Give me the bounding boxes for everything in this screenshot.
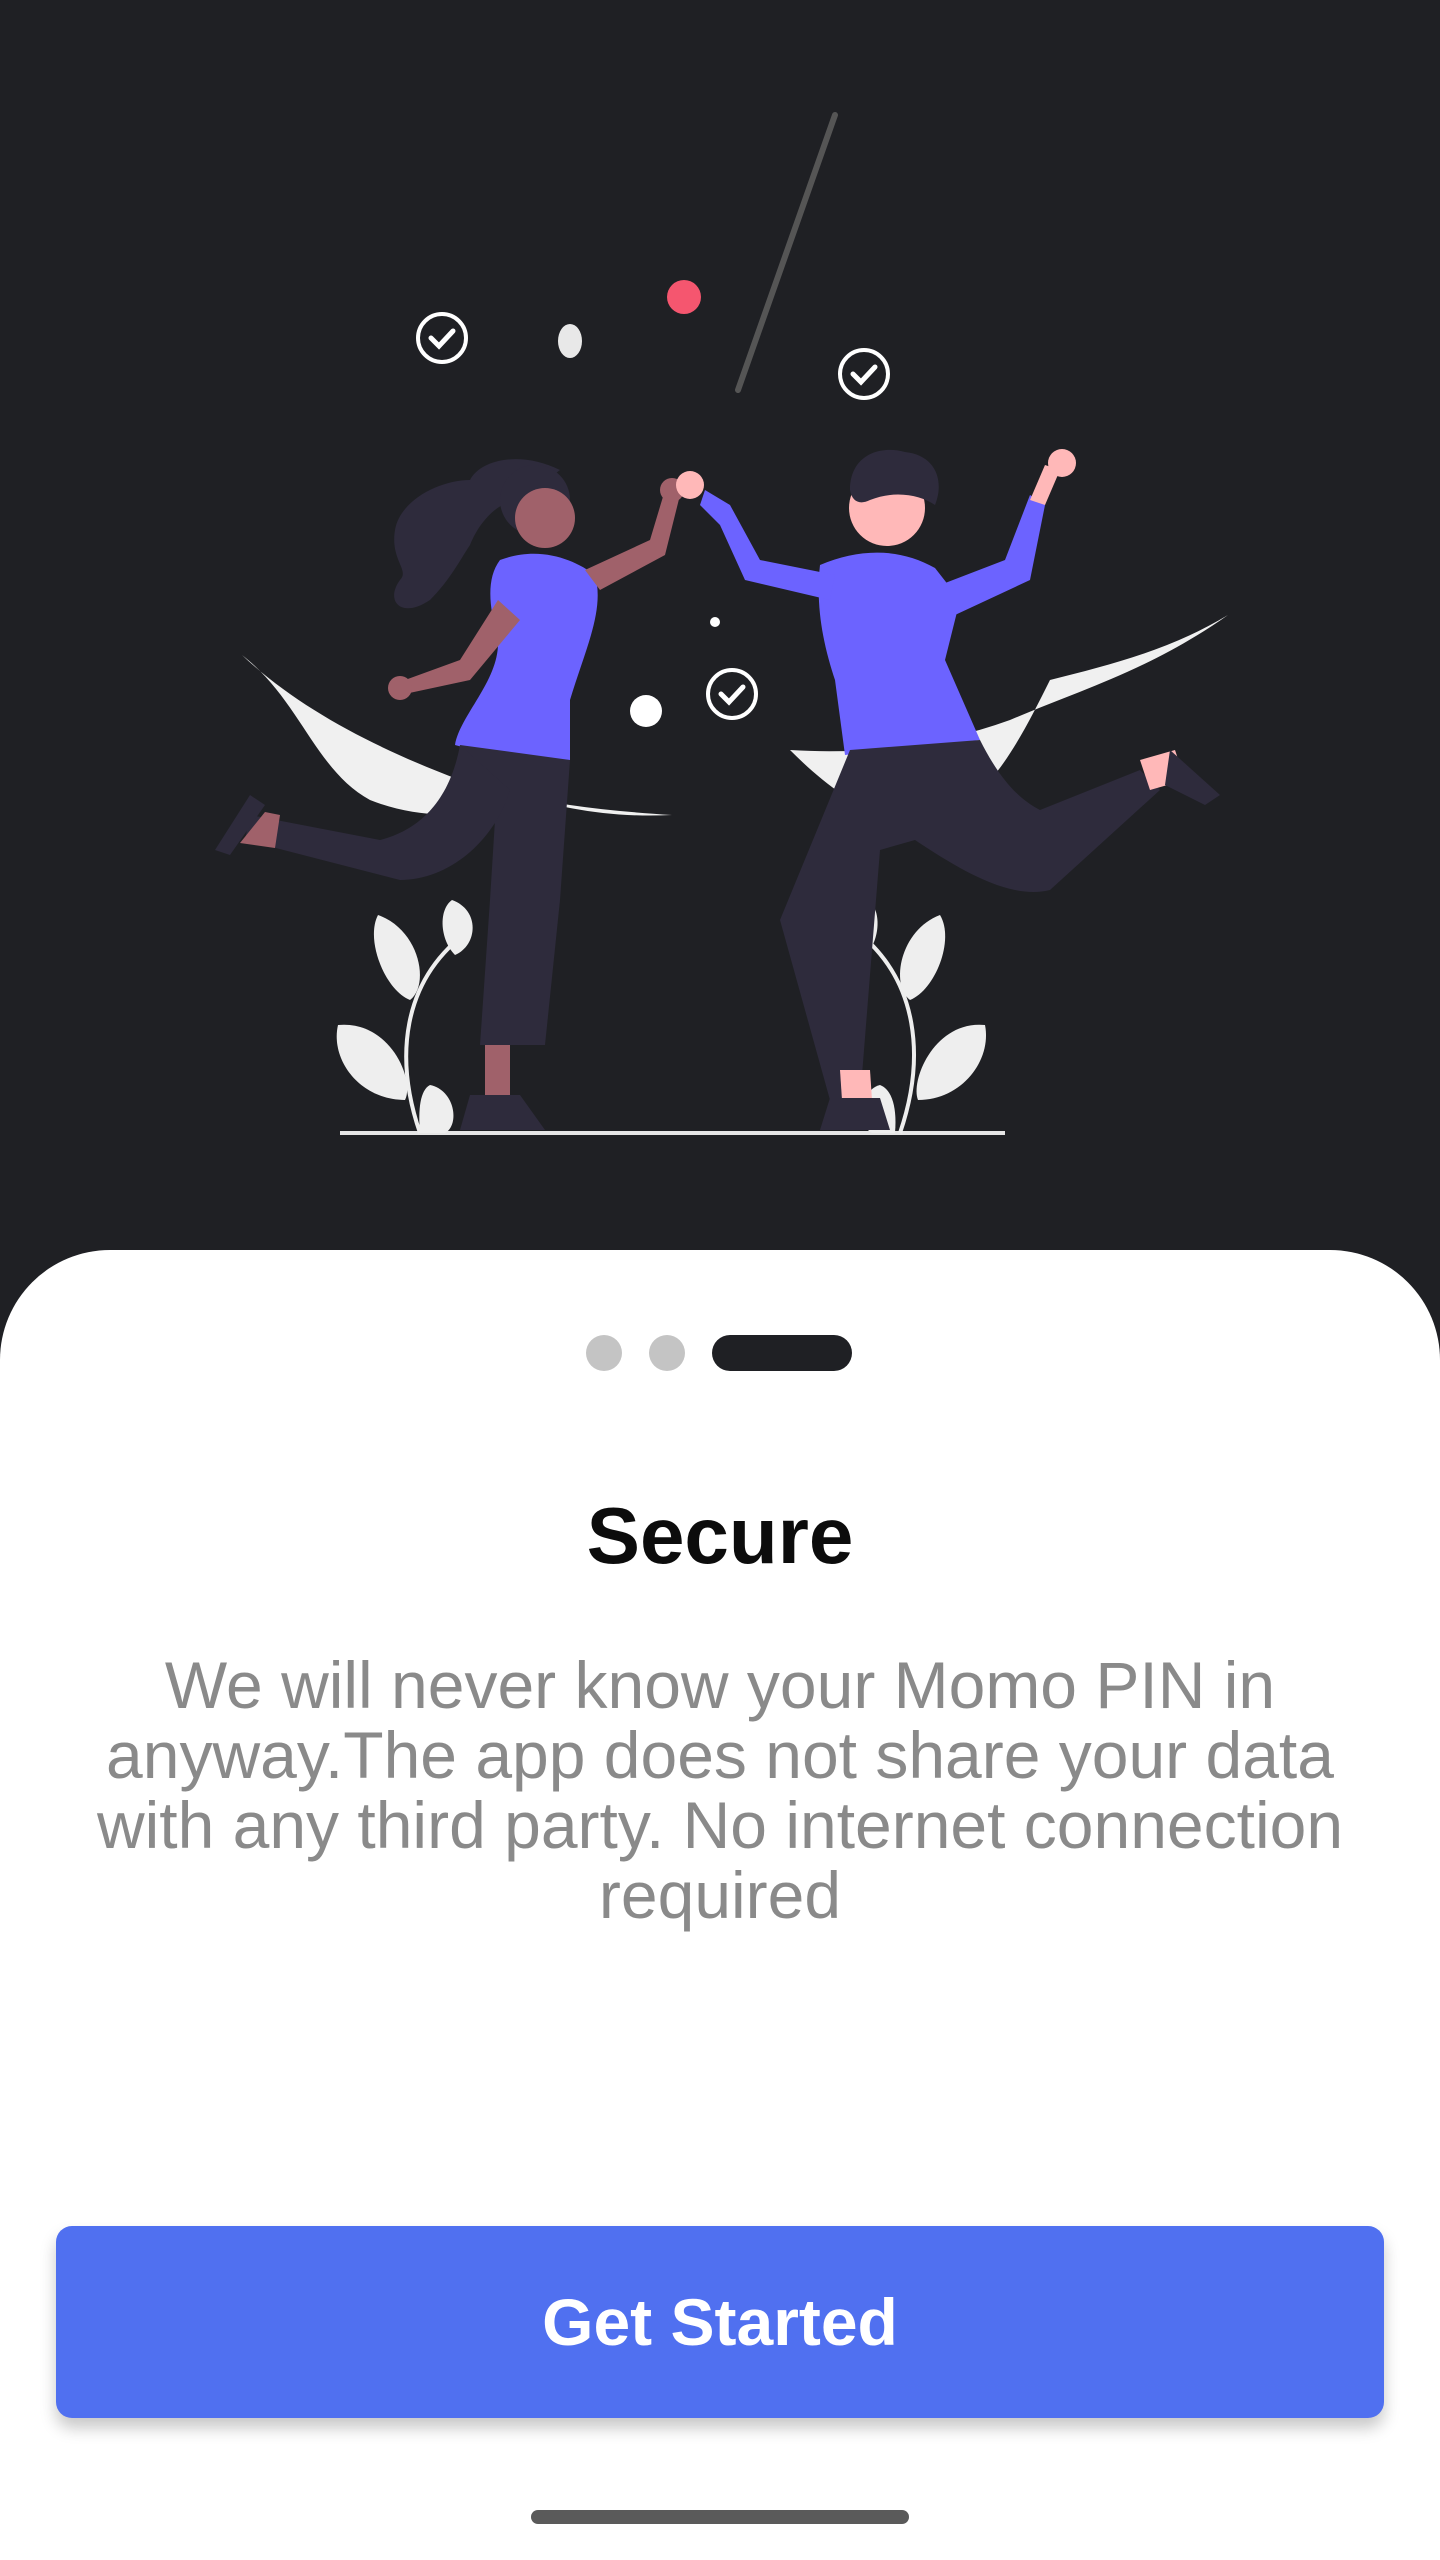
check-circle-icon: [416, 312, 468, 364]
white-dot-icon: [630, 695, 662, 727]
dancing-people-illustration: [215, 112, 1228, 1135]
hero-illustration-area: [0, 0, 1440, 1300]
plant-icon: [336, 900, 473, 1134]
check-circle-icon: [706, 668, 758, 720]
page-dot-1[interactable]: [586, 1335, 622, 1371]
shooting-star-icon: [735, 112, 838, 393]
check-circle-icon: [838, 348, 890, 400]
page-indicator: [0, 1335, 1440, 1371]
page-dot-3-active[interactable]: [712, 1335, 852, 1371]
get-started-button[interactable]: Get Started: [56, 2226, 1384, 2418]
small-dot-icon: [710, 617, 720, 627]
white-dot-icon: [558, 324, 582, 358]
page-title: Secure: [586, 1491, 854, 1580]
page-dot-2[interactable]: [649, 1335, 685, 1371]
woman-figure: [215, 459, 684, 1130]
man-figure: [676, 449, 1220, 1130]
red-dot-icon: [667, 280, 701, 314]
page-description: We will never know your Momo PIN in anyw…: [96, 1648, 1344, 1932]
home-indicator[interactable]: [531, 2510, 909, 2524]
